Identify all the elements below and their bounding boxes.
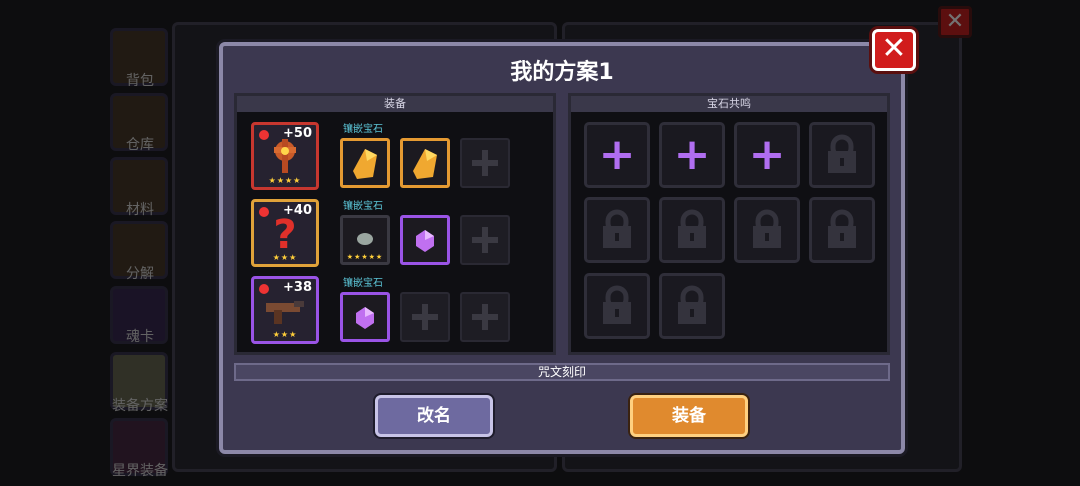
gem-slot-empty[interactable] [460, 138, 510, 188]
gem-stars: ★★★★★ [346, 253, 384, 261]
sidebar-label: 材料 [126, 202, 154, 218]
plus-icon [472, 304, 498, 330]
resonance-slot-locked[interactable] [734, 197, 800, 263]
equipment-item-1[interactable]: +50 ★★★★ [251, 122, 319, 190]
item-stars: ★★★ [272, 253, 298, 262]
resonance-slot-locked[interactable] [659, 273, 725, 339]
equipment-item-3[interactable]: +38 ★★★ [251, 276, 319, 344]
plus-icon: + [673, 129, 711, 180]
rename-button[interactable]: 改名 [375, 395, 493, 437]
gem-label: 镶嵌宝石 [343, 278, 383, 289]
resonance-slot-add[interactable]: + [659, 122, 725, 188]
plus-icon [472, 227, 498, 253]
resonance-slot-locked[interactable] [809, 122, 875, 188]
enhance-level: +40 [283, 203, 312, 218]
gem-slot-empty[interactable] [400, 292, 450, 342]
rune-engraving-bar[interactable]: 咒文刻印 [234, 363, 890, 381]
resonance-slot-add[interactable]: + [734, 122, 800, 188]
background-close-button[interactable]: ✕ [938, 6, 972, 38]
resonance-slot-add[interactable]: + [584, 122, 650, 188]
close-button[interactable]: ✕ [872, 29, 916, 71]
gem-label: 镶嵌宝石 [343, 201, 383, 212]
plus-icon [472, 150, 498, 176]
gem-slot-empty[interactable] [460, 292, 510, 342]
sidebar-label: 魂卡 [126, 329, 154, 345]
svg-text:?: ? [273, 212, 296, 258]
orange-gem-icon [353, 149, 377, 179]
gem-slot-purple[interactable] [340, 292, 390, 342]
plus-icon: + [748, 129, 786, 180]
resonance-slot-locked[interactable] [809, 197, 875, 263]
enhance-level: +38 [283, 280, 312, 295]
resonance-slot-locked[interactable] [659, 197, 725, 263]
equipment-item-2[interactable]: ? +40 ★★★ [251, 199, 319, 267]
resonance-slot-locked[interactable] [584, 197, 650, 263]
item-stars: ★★★ [272, 330, 298, 339]
equip-button[interactable]: 装备 [630, 395, 748, 437]
plus-icon: + [598, 129, 636, 180]
sidebar-label: 背包 [126, 73, 154, 89]
item-stars: ★★★★ [268, 176, 302, 185]
resonance-slot-locked[interactable] [584, 273, 650, 339]
gem-label: 镶嵌宝石 [343, 124, 383, 135]
lock-icon [603, 285, 631, 324]
lock-icon [678, 209, 706, 248]
gem-slot-orange[interactable] [400, 138, 450, 188]
orange-gem-icon [413, 149, 437, 179]
sidebar-label: 装备方案 [112, 398, 168, 414]
lock-icon [678, 285, 706, 324]
gem-slot-purple[interactable] [400, 215, 450, 265]
lock-icon [753, 209, 781, 248]
sidebar-label: 仓库 [126, 137, 154, 153]
gem-slot-orange[interactable] [340, 138, 390, 188]
lock-icon [828, 209, 856, 248]
purple-gem-icon [416, 230, 434, 252]
enhance-level: +50 [283, 126, 312, 141]
gem-slot-empty[interactable] [460, 215, 510, 265]
purple-gem-icon [356, 307, 374, 329]
equipment-header: 装备 [237, 96, 553, 112]
sidebar-label: 分解 [126, 266, 154, 282]
gem-slot-gray[interactable]: ★★★★★ [340, 215, 390, 265]
lock-icon [603, 209, 631, 248]
resonance-header: 宝石共鸣 [571, 96, 887, 112]
modal-title: 我的方案1 [510, 60, 614, 85]
lock-icon [828, 134, 856, 173]
plus-icon [412, 304, 438, 330]
sidebar-label: 星界装备 [112, 463, 168, 479]
